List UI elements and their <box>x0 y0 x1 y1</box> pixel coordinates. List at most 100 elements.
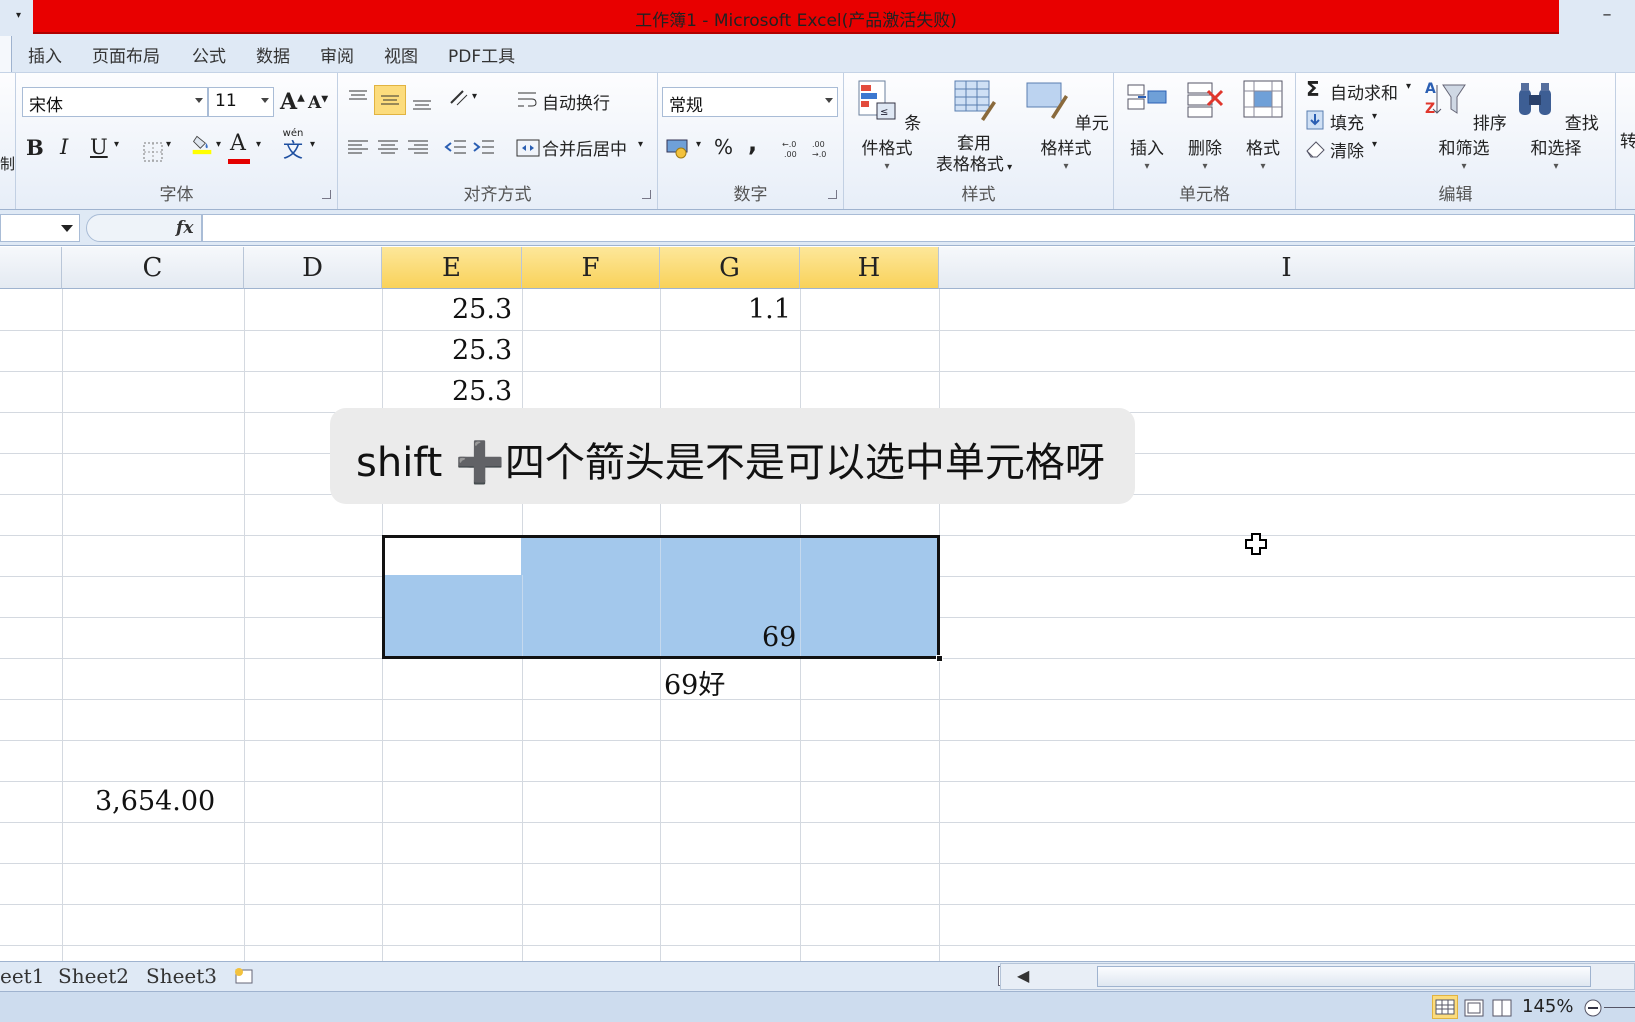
accounting-dropdown-icon[interactable]: ▾ <box>696 139 701 150</box>
name-box[interactable] <box>0 214 80 242</box>
cell-e1[interactable]: 25.3 <box>452 294 512 325</box>
column-header-i[interactable]: I <box>939 247 1635 289</box>
normal-view-button[interactable] <box>1432 995 1458 1019</box>
clear-button[interactable]: 清除 <box>1330 137 1364 162</box>
align-bottom-icon[interactable] <box>410 91 434 113</box>
tab-view[interactable]: 视图 <box>384 42 418 67</box>
customize-qat-icon[interactable]: ▾ <box>16 10 28 24</box>
phonetic-dropdown-icon[interactable]: ▾ <box>310 139 315 150</box>
merge-dropdown-icon[interactable]: ▾ <box>638 139 643 150</box>
format-cells-button[interactable]: 格式 ▾ <box>1234 77 1292 172</box>
conditional-format-button[interactable]: ≤ 条件格式 ▾ <box>846 77 928 172</box>
tab-page-layout[interactable]: 页面布局 <box>92 42 160 67</box>
minimize-button[interactable]: – <box>1592 4 1622 28</box>
insert-cells-button[interactable]: 插入 ▾ <box>1118 77 1176 172</box>
align-right-icon[interactable] <box>406 137 430 159</box>
increase-indent-icon[interactable] <box>472 137 496 159</box>
tab-formulas[interactable]: 公式 <box>192 42 226 67</box>
tab-data[interactable]: 数据 <box>256 42 290 67</box>
cell-g8[interactable]: 69 <box>762 622 796 653</box>
align-top-icon[interactable] <box>346 87 370 109</box>
column-header-c[interactable]: C <box>62 247 244 289</box>
fill-button[interactable]: 填充 <box>1330 109 1364 134</box>
font-dialog-launcher-icon[interactable] <box>322 190 331 199</box>
cell-e2[interactable]: 25.3 <box>452 335 512 366</box>
autosum-dropdown-icon[interactable]: ▾ <box>1406 81 1411 92</box>
decrease-decimal-icon[interactable]: .00→.0 <box>810 137 834 159</box>
font-color-button[interactable]: A <box>230 131 246 156</box>
chevron-down-icon[interactable] <box>61 225 73 232</box>
grow-font-button[interactable]: A▲ <box>280 89 305 115</box>
scroll-left-icon[interactable]: ◀ <box>1017 966 1029 985</box>
format-as-table-button[interactable]: 套用 表格格式 ▾ <box>928 77 1020 179</box>
cell-g1[interactable]: 1.1 <box>748 294 791 325</box>
copy-format-stub[interactable]: 制 <box>0 153 15 174</box>
shrink-font-button[interactable]: A▼ <box>308 93 328 113</box>
column-header-b[interactable] <box>0 247 62 289</box>
formula-input[interactable] <box>202 214 1635 242</box>
page-layout-view-icon[interactable] <box>1462 997 1486 1019</box>
clear-dropdown-icon[interactable]: ▾ <box>1372 139 1377 150</box>
column-header-e[interactable]: E <box>382 247 522 289</box>
font-size-combo[interactable]: 11 <box>208 87 274 117</box>
border-dropdown-icon[interactable]: ▾ <box>166 139 171 150</box>
decrease-indent-icon[interactable] <box>444 137 468 159</box>
tab-pdf-tools[interactable]: PDF工具 <box>448 42 515 67</box>
cell-e3[interactable]: 25.3 <box>452 376 512 407</box>
cell-styles-button[interactable]: 单元格样式 ▾ <box>1020 77 1112 172</box>
italic-button[interactable]: I <box>60 135 68 159</box>
align-middle-button[interactable] <box>374 85 406 115</box>
horizontal-scrollbar[interactable]: ◀ <box>1000 963 1635 990</box>
cell-g9[interactable]: 69好 <box>664 663 725 702</box>
phonetic-button[interactable]: wén 文 <box>278 129 308 162</box>
orientation-icon[interactable] <box>448 87 472 109</box>
find-select-button[interactable]: 查找和选择 ▾ <box>1510 77 1602 172</box>
border-icon[interactable] <box>142 141 166 163</box>
font-name-combo[interactable]: 宋体 <box>22 87 208 117</box>
delete-cells-button[interactable]: 删除 ▾ <box>1176 77 1234 172</box>
alignment-dialog-launcher-icon[interactable] <box>642 190 651 199</box>
sheet-tab-2[interactable]: Sheet2 <box>58 964 129 990</box>
active-cell[interactable] <box>385 538 521 575</box>
comma-button[interactable]: , <box>748 129 757 157</box>
insert-sheet-icon[interactable] <box>232 966 256 986</box>
scroll-thumb[interactable] <box>1097 966 1591 987</box>
wrap-text-button[interactable]: 自动换行 <box>542 89 610 114</box>
zoom-slider[interactable] <box>1604 1007 1635 1008</box>
underline-dropdown-icon[interactable]: ▾ <box>114 139 119 150</box>
zoom-out-icon[interactable] <box>1582 998 1604 1018</box>
cell-c12[interactable]: 3,654.00 <box>95 786 215 817</box>
percent-button[interactable]: % <box>714 135 733 159</box>
quick-access-toolbar[interactable]: ▾ <box>0 4 30 30</box>
zoom-level[interactable]: 145% <box>1522 996 1573 1017</box>
align-left-icon[interactable] <box>346 137 370 159</box>
font-color-dropdown-icon[interactable]: ▾ <box>256 139 261 150</box>
fill-handle[interactable] <box>936 655 943 662</box>
column-header-f[interactable]: F <box>522 247 660 289</box>
accounting-format-icon[interactable] <box>666 137 696 159</box>
column-header-g[interactable]: G <box>660 247 800 289</box>
column-header-h[interactable]: H <box>800 247 939 289</box>
column-header-d[interactable]: D <box>244 247 382 289</box>
autosum-button[interactable]: 自动求和 <box>1330 79 1398 104</box>
tab-insert[interactable]: 插入 <box>28 42 62 67</box>
fill-dropdown-icon[interactable]: ▾ <box>1372 111 1377 122</box>
orientation-dropdown-icon[interactable]: ▾ <box>472 91 477 102</box>
sheet-tab-1[interactable]: eet1 <box>0 964 44 990</box>
increase-decimal-icon[interactable]: ←.0.00 <box>780 137 804 159</box>
number-format-combo[interactable]: 常规 <box>662 87 838 117</box>
align-center-icon[interactable] <box>376 137 400 159</box>
insert-function-button[interactable]: fx <box>176 218 193 238</box>
fill-color-icon[interactable] <box>190 133 214 155</box>
sheet-tab-3[interactable]: Sheet3 <box>146 964 217 990</box>
merge-center-button[interactable]: 合并后居中 <box>542 135 627 160</box>
home-tab-edge[interactable] <box>0 36 12 72</box>
tab-review[interactable]: 审阅 <box>320 42 354 67</box>
number-dialog-launcher-icon[interactable] <box>828 190 837 199</box>
page-break-view-icon[interactable] <box>1490 997 1514 1019</box>
sort-filter-button[interactable]: A Z 排序和筛选 ▾ <box>1418 77 1510 172</box>
fill-color-dropdown-icon[interactable]: ▾ <box>216 139 221 150</box>
bold-button[interactable]: B <box>26 135 44 160</box>
ribbon-overflow-stub[interactable]: 转 <box>1620 127 1635 152</box>
underline-button[interactable]: U <box>90 135 108 159</box>
